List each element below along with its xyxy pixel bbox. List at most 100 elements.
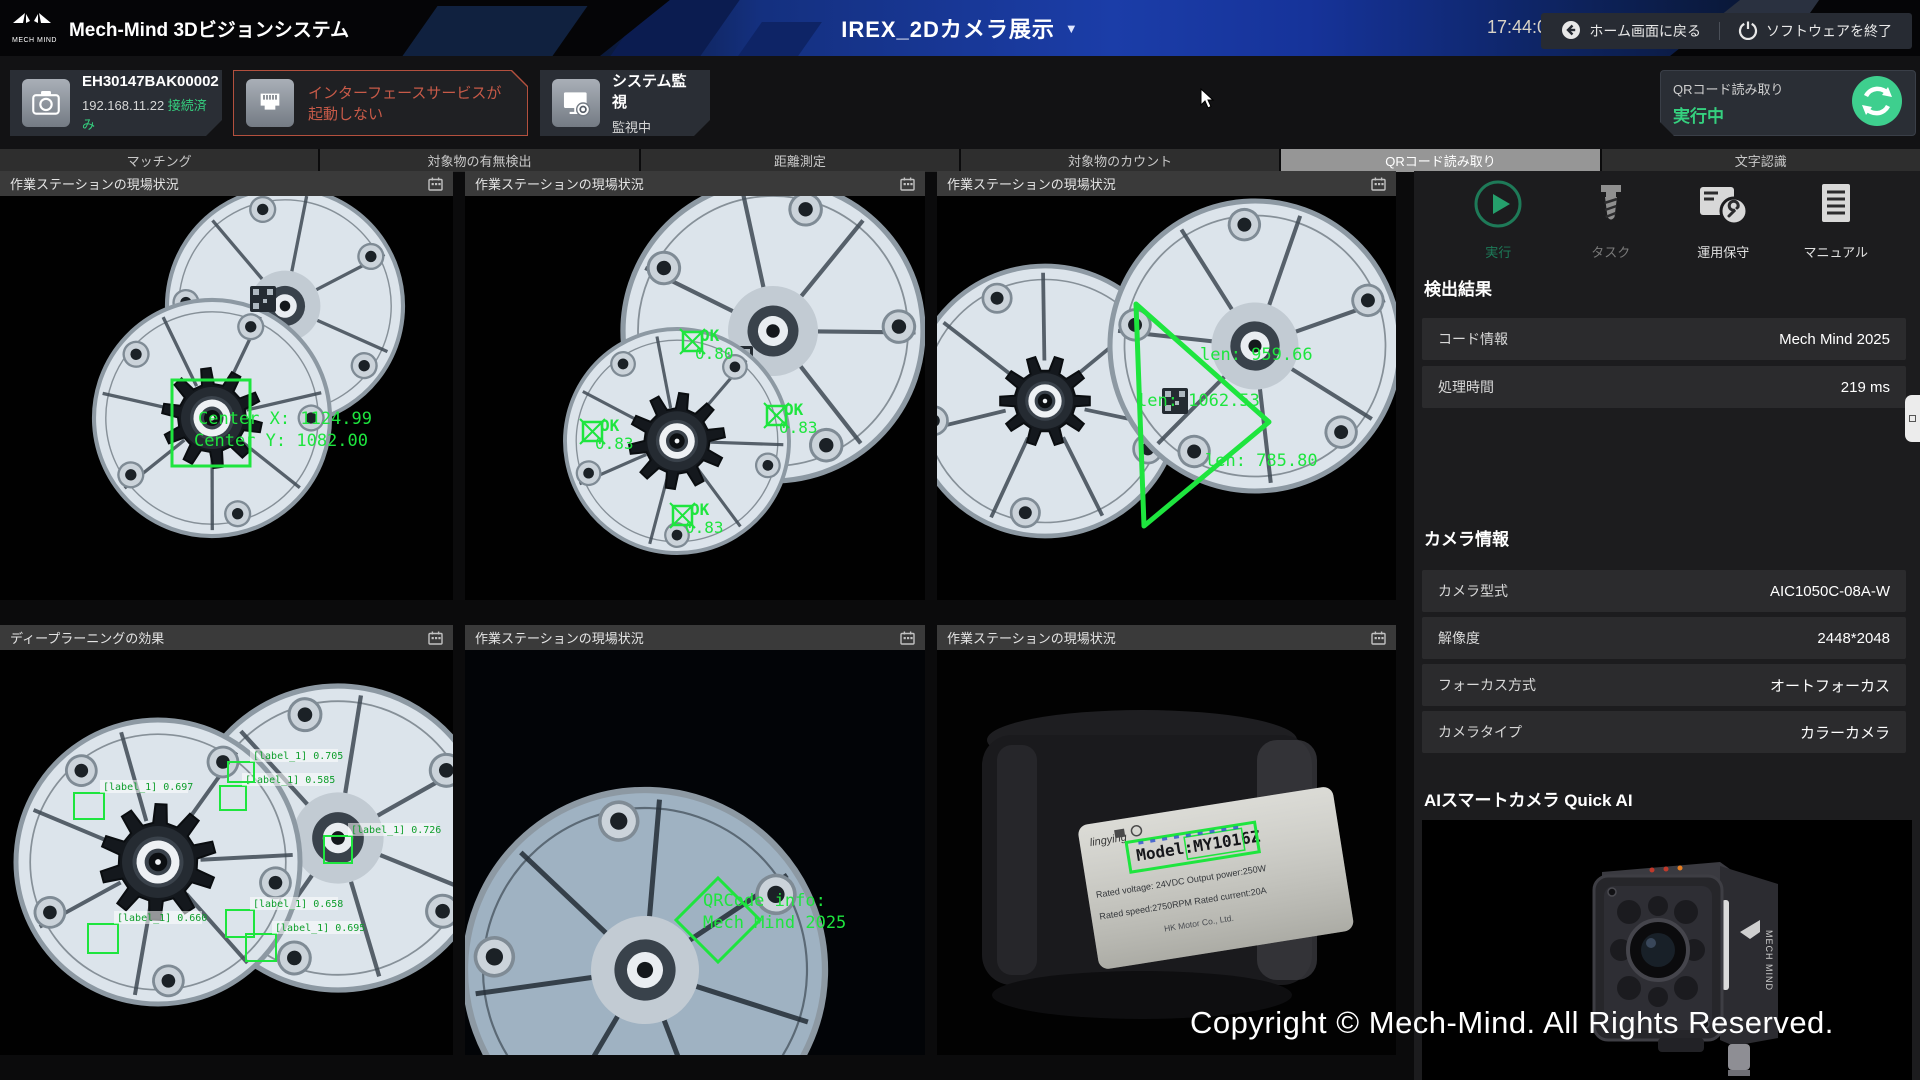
svg-text:[label_1] 0.705: [label_1] 0.705: [253, 751, 343, 762]
svg-text:0.83: 0.83: [595, 434, 634, 453]
side-flyout-tab[interactable]: [1905, 395, 1920, 442]
interface-warning-card[interactable]: インターフェースサービスが起動しない: [233, 70, 528, 136]
svg-text:[label_1] 0.697: [label_1] 0.697: [103, 782, 193, 793]
top-bar: IREX_2Dカメラ展示 ▼ MECH MIND Mech-Mind 3Dビジョ…: [0, 0, 1920, 56]
action-label: 運用保守: [1697, 242, 1749, 261]
tab-0[interactable]: マッチング: [0, 149, 318, 172]
home-button-label: ホーム画面に戻る: [1589, 21, 1701, 41]
calendar-icon[interactable]: [428, 177, 443, 191]
calendar-icon[interactable]: [900, 631, 915, 645]
tab-1[interactable]: 対象物の有無検出: [320, 149, 638, 172]
camera-info-row-2: フォーカス方式 オートフォーカス: [1422, 664, 1906, 706]
calendar-icon[interactable]: [1371, 177, 1386, 191]
camera-icon: [22, 79, 70, 127]
home-button[interactable]: ホーム画面に戻る: [1555, 19, 1707, 44]
svg-text:[label_1] 0.695: [label_1] 0.695: [275, 923, 365, 934]
qr-read-status-card[interactable]: QRコード読み取り 実行中: [1660, 70, 1916, 136]
calendar-icon[interactable]: [428, 631, 443, 645]
panel-header-1: 作業ステーションの現場状況: [465, 171, 925, 196]
row-value: 2448*2048: [1817, 630, 1890, 647]
chevron-down-icon: ▼: [1065, 21, 1079, 36]
maintenance-icon: [1696, 179, 1750, 234]
svg-text:OK: OK: [690, 500, 710, 519]
mech-mind-app: IREX_2Dカメラ展示 ▼ MECH MIND Mech-Mind 3Dビジョ…: [0, 0, 1920, 1080]
svg-text:0.83: 0.83: [685, 518, 724, 537]
qr-card-title: QRコード読み取り: [1673, 79, 1784, 98]
panel-title: 作業ステーションの現場状況: [947, 174, 1116, 193]
row-label: カメラタイプ: [1438, 722, 1522, 742]
camera-status-card[interactable]: EH30147BAK00002 192.168.11.22 接続済み: [10, 70, 222, 136]
divider: [1719, 22, 1720, 40]
action-1[interactable]: タスク: [1566, 179, 1656, 275]
function-tabs: マッチング対象物の有無検出距離測定対象物のカウントQRコード読み取り文字認識: [0, 149, 1920, 172]
mouse-cursor: [1200, 88, 1216, 115]
detection-row-1: 処理時間219 ms: [1422, 366, 1906, 408]
svg-text:Center X: 1124.99: Center X: 1124.99: [198, 409, 372, 429]
calendar-icon[interactable]: [1371, 631, 1386, 645]
manual-icon: [1811, 179, 1861, 234]
svg-text:[label_1] 0.726: [label_1] 0.726: [351, 825, 441, 836]
ai-camera-title: AIスマートカメラ Quick AI: [1424, 786, 1633, 811]
mech-mind-logo: MECH MIND: [12, 12, 57, 44]
panel-title: 作業ステーションの現場状況: [475, 628, 644, 647]
interface-warning-message: インターフェースサービスが起動しない: [308, 82, 515, 124]
camera-info-row-0: カメラ型式AIC1050C-08A-W: [1422, 570, 1906, 612]
refresh-icon[interactable]: [1851, 75, 1903, 132]
panel-header-3: ディープラーニングの効果: [0, 625, 453, 650]
svg-text:len: 959.66: len: 959.66: [1200, 345, 1313, 365]
qr-mini-icon: [1909, 415, 1916, 422]
svg-text:Center Y: 1082.00: Center Y: 1082.00: [194, 431, 368, 451]
camera-info-row-1: 解像度 2448*2048: [1422, 617, 1906, 659]
action-2[interactable]: 運用保守: [1678, 179, 1768, 275]
logo-area: MECH MIND Mech-Mind 3Dビジョンシステム: [12, 12, 349, 44]
row-label: フォーカス方式: [1438, 675, 1536, 695]
system-monitor-card[interactable]: システム監視 監視中: [540, 70, 710, 136]
camera-feed-3: [label_1] 0.697 [label_1] 0.585 [label_1] …: [0, 650, 453, 1055]
detection-row-0: コード情報 Mech Mind 2025: [1422, 318, 1906, 360]
row-value: カラーカメラ: [1800, 722, 1890, 743]
task-icon: [1586, 179, 1636, 234]
svg-text:[label_1] 0.585: [label_1] 0.585: [245, 775, 335, 786]
panel-header-0: 作業ステーションの現場状況: [0, 171, 453, 196]
svg-text:[label_1] 0.658: [label_1] 0.658: [253, 899, 343, 910]
row-value: Mech Mind 2025: [1779, 331, 1890, 348]
row-value: 219 ms: [1841, 379, 1890, 396]
exit-software-button[interactable]: ソフトウェアを終了: [1732, 19, 1898, 44]
panel-title: 作業ステーションの現場状況: [10, 174, 179, 193]
panel-header-2: 作業ステーションの現場状況: [937, 171, 1396, 196]
action-label: 実行: [1485, 242, 1511, 261]
app-title: Mech-Mind 3Dビジョンシステム: [69, 15, 349, 42]
svg-text:QRCode info:: QRCode info:: [703, 891, 826, 911]
tab-4[interactable]: QRコード読み取り: [1281, 149, 1599, 172]
panel-title: 作業ステーションの現場状況: [947, 628, 1116, 647]
camera-info-title: カメラ情報: [1424, 525, 1509, 550]
right-sidebar: 実行 タスク運用保守 マニュアル 検出結果コード情報 Mech Mind 2025 処理…: [1414, 171, 1920, 1080]
camera-info-row-3: カメラタイプ カラーカメラ: [1422, 711, 1906, 753]
status-bar: EH30147BAK00002 192.168.11.22 接続済み インターフ…: [0, 56, 1920, 149]
svg-text:OK: OK: [600, 416, 620, 435]
back-arrow-icon: [1561, 20, 1581, 43]
ai-camera-product-image: MECH MIND: [1422, 820, 1912, 1080]
qr-card-status: 実行中: [1673, 102, 1784, 127]
calendar-icon[interactable]: [900, 177, 915, 191]
tab-3[interactable]: 対象物のカウント: [961, 149, 1279, 172]
camera-feed-2: len: 959.66len: 1062.53len: 785.80: [937, 196, 1396, 600]
svg-text:0.83: 0.83: [779, 418, 818, 437]
row-value: オートフォーカス: [1770, 675, 1890, 696]
copyright-text: Copyright © Mech-Mind. All Rights Reserv…: [1190, 1005, 1890, 1041]
action-label: マニュアル: [1803, 242, 1868, 261]
svg-text:len: 785.80: len: 785.80: [1205, 451, 1318, 471]
row-value: AIC1050C-08A-W: [1770, 583, 1890, 600]
action-3[interactable]: マニュアル: [1791, 179, 1881, 275]
svg-text:[label_1] 0.660: [label_1] 0.660: [117, 913, 207, 924]
svg-text:OK: OK: [700, 326, 720, 345]
camera-serial: EH30147BAK00002: [82, 73, 219, 90]
row-label: 解像度: [1438, 628, 1480, 648]
tab-2[interactable]: 距離測定: [641, 149, 959, 172]
row-label: コード情報: [1438, 329, 1508, 349]
monitor-status: 監視中: [612, 117, 698, 136]
camera-feed-5: lingyingModel:MY1016ZRated voltage: 24VD…: [937, 650, 1396, 1055]
tab-5[interactable]: 文字認識: [1602, 149, 1920, 172]
detection-results-title: 検出結果: [1424, 275, 1492, 300]
action-0[interactable]: 実行: [1453, 179, 1543, 275]
